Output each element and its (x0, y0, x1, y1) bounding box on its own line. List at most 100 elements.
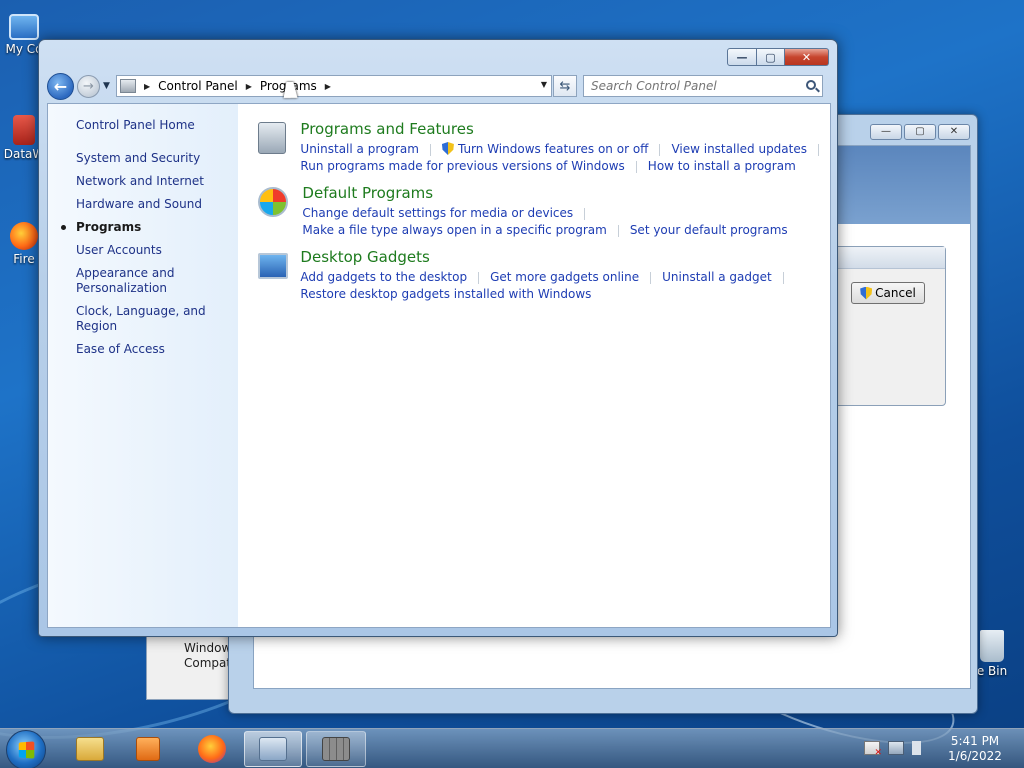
task-row: Run programs made for previous versions … (300, 158, 830, 175)
sidebar-item-appearance[interactable]: Appearance and Personalization (48, 266, 238, 296)
close-button[interactable]: ✕ (785, 48, 829, 66)
search-input[interactable] (591, 79, 791, 93)
firefox-icon (198, 735, 226, 763)
chevron-right-icon[interactable]: ▶ (246, 82, 252, 91)
firefox-icon (10, 222, 38, 250)
background-window-text: Window Compat (184, 641, 231, 671)
add-gadgets-link[interactable]: Add gadgets to the desktop (300, 269, 467, 286)
control-panel-icon (259, 737, 287, 761)
link-divider (818, 143, 819, 156)
mouse-cursor-icon (283, 82, 301, 98)
background-window-caption-buttons: — ▢ ✕ (870, 124, 970, 140)
category-default-programs: Default Programs Change default settings… (256, 184, 830, 239)
maximize-button[interactable]: ▢ (757, 48, 785, 66)
sidebar: Control Panel Home System and Security N… (48, 104, 239, 627)
cancel-button[interactable]: Cancel (851, 282, 925, 304)
minimize-icon[interactable]: — (870, 124, 902, 140)
window-client-area: Control Panel Home System and Security N… (47, 103, 831, 628)
sidebar-item-system-security[interactable]: System and Security (48, 151, 238, 166)
minimize-button[interactable]: — (727, 48, 757, 66)
sidebar-item-ease-of-access[interactable]: Ease of Access (48, 342, 238, 357)
category-title[interactable]: Default Programs (302, 184, 787, 203)
address-dropdown-icon[interactable]: ▼ (541, 80, 547, 89)
windows-logo-icon (18, 741, 35, 759)
uac-shield-icon (441, 142, 454, 155)
cancel-button-label: Cancel (875, 286, 916, 300)
breadcrumb-control-panel[interactable]: Control Panel (158, 79, 238, 93)
clock[interactable]: 5:41 PM 1/6/2022 (944, 734, 1006, 764)
task-row: Add gadgets to the desktop Get more gadg… (300, 269, 794, 286)
set-default-programs-link[interactable]: Set your default programs (630, 222, 788, 239)
forward-button[interactable]: → (77, 74, 100, 98)
uac-shield-icon (860, 286, 873, 300)
sidebar-item-network-internet[interactable]: Network and Internet (48, 174, 238, 189)
restore-gadgets-link[interactable]: Restore desktop gadgets installed with W… (300, 286, 591, 303)
background-dialog: Cancel (836, 246, 946, 406)
back-button[interactable]: ← (47, 72, 74, 100)
taskbar: 5:41 PM 1/6/2022 (0, 728, 1024, 768)
search-box[interactable] (583, 75, 823, 97)
category-title[interactable]: Desktop Gadgets (300, 248, 794, 267)
taskbar-app-button[interactable] (306, 731, 366, 767)
clock-date: 1/6/2022 (948, 749, 1002, 763)
sidebar-item-home[interactable]: Control Panel Home (48, 118, 238, 133)
task-row: Restore desktop gadgets installed with W… (300, 286, 794, 303)
how-to-install-link[interactable]: How to install a program (648, 158, 796, 175)
link-divider (635, 160, 637, 173)
chevron-right-icon[interactable]: ▶ (144, 82, 150, 91)
close-icon[interactable]: ✕ (938, 124, 970, 140)
firewall-app-icon (322, 737, 350, 761)
sidebar-item-user-accounts[interactable]: User Accounts (48, 243, 238, 258)
media-defaults-link[interactable]: Change default settings for media or dev… (302, 205, 573, 222)
more-gadgets-online-link[interactable]: Get more gadgets online (490, 269, 639, 286)
control-panel-window: — ▢ ✕ ← → ▼ ▶ Control Panel ▶ Programs ▶… (38, 39, 838, 637)
link-divider (478, 271, 480, 284)
taskbar-firefox-button[interactable] (184, 731, 240, 767)
task-row: Make a file type always open in a specif… (302, 222, 787, 239)
recent-pages-dropdown[interactable]: ▼ (103, 81, 113, 91)
sidebar-item-clock-language-region[interactable]: Clock, Language, and Region (48, 304, 238, 334)
task-links: Add gadgets to the desktop Get more gadg… (300, 269, 794, 303)
address-bar[interactable]: ▶ Control Panel ▶ Programs ▶ ▼ (116, 75, 552, 97)
media-player-icon (136, 737, 160, 761)
folder-icon (76, 737, 104, 761)
clock-time: 5:41 PM (950, 734, 1000, 748)
background-window-line: Window (184, 641, 232, 655)
recycle-bin-icon (980, 630, 1004, 662)
taskbar-media-player-button[interactable] (120, 731, 176, 767)
taskbar-control-panel-button[interactable] (244, 731, 302, 767)
network-icon[interactable] (888, 741, 904, 755)
file-type-association-link[interactable]: Make a file type always open in a specif… (302, 222, 606, 239)
chevron-right-icon[interactable]: ▶ (325, 82, 331, 91)
installed-updates-link[interactable]: View installed updates (671, 141, 807, 158)
sidebar-item-hardware-sound[interactable]: Hardware and Sound (48, 197, 238, 212)
link-divider (429, 143, 431, 156)
compatibility-link[interactable]: Run programs made for previous versions … (300, 158, 624, 175)
uninstall-program-link[interactable]: Uninstall a program (300, 141, 419, 158)
refresh-button[interactable]: ⇆ (553, 75, 577, 97)
dialog-header (837, 247, 945, 269)
uninstall-gadget-link[interactable]: Uninstall a gadget (662, 269, 772, 286)
category-desktop-gadgets: Desktop Gadgets Add gadgets to the deskt… (256, 248, 830, 303)
background-window-line: Compat (184, 656, 232, 670)
taskbar-explorer-button[interactable] (62, 731, 118, 767)
programs-icon[interactable] (258, 122, 287, 154)
computer-icon (9, 14, 39, 40)
task-links: Change default settings for media or dev… (302, 205, 787, 239)
start-button[interactable] (6, 730, 46, 768)
category-title[interactable]: Programs and Features (300, 120, 830, 139)
gadgets-icon[interactable] (258, 253, 289, 279)
default-programs-icon[interactable] (258, 187, 289, 217)
volume-icon[interactable] (912, 741, 926, 755)
task-row: Change default settings for media or dev… (302, 205, 787, 222)
maximize-icon[interactable]: ▢ (904, 124, 936, 140)
link-divider (650, 271, 652, 284)
link-divider (617, 224, 619, 237)
search-icon[interactable] (806, 80, 816, 90)
sidebar-item-programs[interactable]: Programs (48, 220, 238, 235)
navigation-bar: ← → ▼ ▶ Control Panel ▶ Programs ▶ ▼ ⇆ (47, 72, 829, 100)
breadcrumb: ▶ Control Panel ▶ Programs ▶ (140, 79, 339, 93)
windows-features-link[interactable]: Turn Windows features on or off (441, 141, 648, 158)
action-center-flag-icon[interactable] (864, 741, 882, 758)
task-links: Uninstall a program Turn Windows feature… (300, 141, 830, 175)
